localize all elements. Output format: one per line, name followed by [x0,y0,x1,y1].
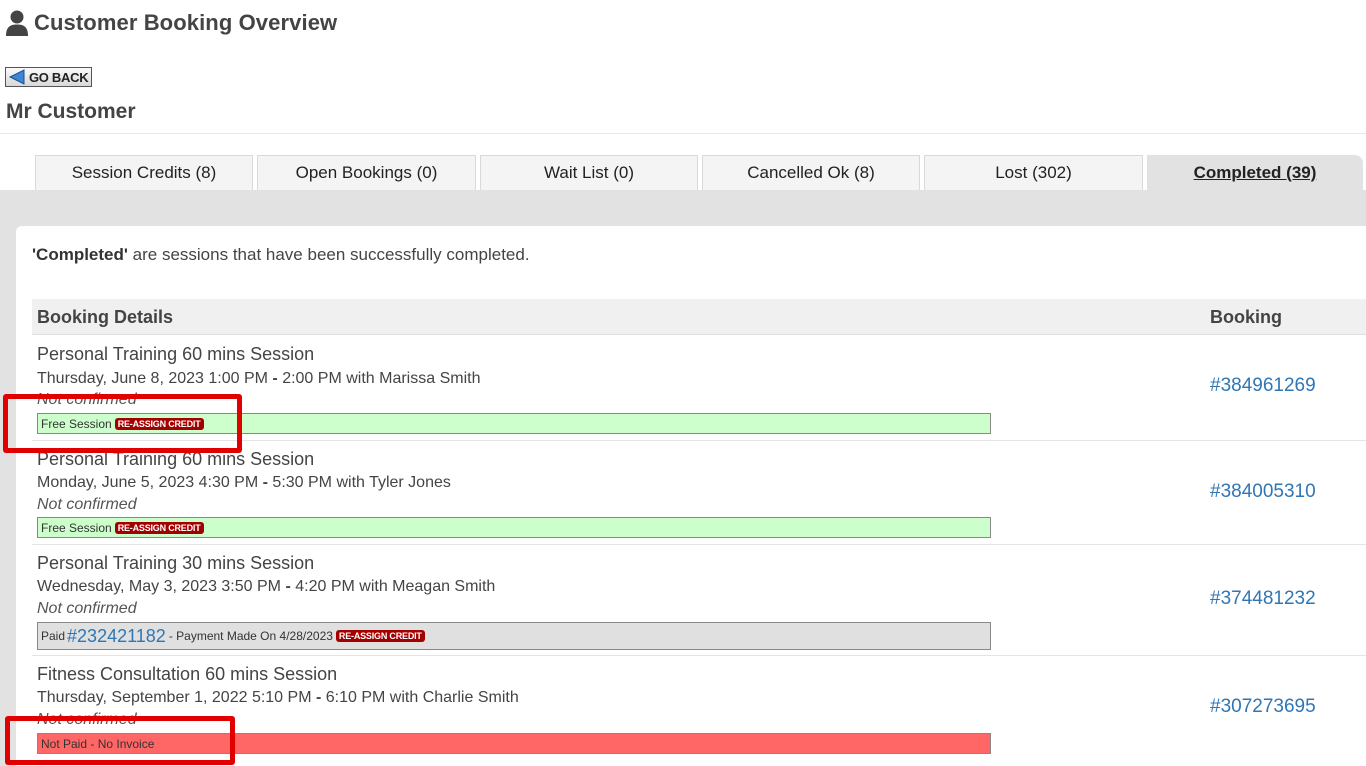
tab-cancelled-ok[interactable]: Cancelled Ok (8) [702,155,920,190]
booking-number-link[interactable]: #384961269 [1210,375,1316,397]
payment-note: - Payment Made On 4/28/2023 [168,629,333,643]
tab-completed[interactable]: Completed (39) [1147,155,1363,190]
confirmation-status: Not confirmed [37,600,137,617]
start-time: Thursday, June 8, 2023 1:00 PM [37,370,268,387]
payment-bar: Free Session RE-ASSIGN CREDIT [37,517,991,538]
start-time: Thursday, September 1, 2022 5:10 PM [37,689,312,706]
session-time: Thursday, June 8, 2023 1:00 PM - 2:00 PM… [37,370,480,388]
start-time: Wednesday, May 3, 2023 3:50 PM [37,578,281,595]
time-separator: - [272,370,278,387]
divider [0,133,1366,134]
customer-name: Mr Customer [6,100,136,123]
service-name: Personal Training 30 mins Session [37,553,315,573]
tab-open-bookings[interactable]: Open Bookings (0) [257,155,476,190]
start-time: Monday, June 5, 2023 4:30 PM [37,474,259,491]
table-row: Personal Training 60 mins Session Monday… [32,441,1366,545]
reassign-credit-button[interactable]: RE-ASSIGN CREDIT [335,630,425,642]
end-time-trainer: 6:10 PM with Charlie Smith [325,689,519,706]
col-booking: Booking [1210,307,1282,327]
session-time: Monday, June 5, 2023 4:30 PM - 5:30 PM w… [37,474,451,492]
end-time-trainer: 4:20 PM with Meagan Smith [295,578,496,595]
intro-rest: are sessions that have been successfully… [127,245,530,264]
time-separator: - [315,689,322,706]
user-icon [6,10,28,36]
payment-label: Free Session [41,520,112,535]
page-title: Customer Booking Overview [34,10,338,35]
tab-bar: Session Credits (8) Open Bookings (0) Wa… [0,155,1366,190]
tab-wait-list[interactable]: Wait List (0) [480,155,698,190]
reassign-credit-button[interactable]: RE-ASSIGN CREDIT [114,521,204,534]
back-arrow-icon [8,69,25,85]
go-back-label: GO BACK [29,69,89,85]
highlight-box [3,394,242,453]
confirmation-status: Not confirmed [37,496,137,513]
invoice-link[interactable]: #232421182 [67,626,166,647]
tab-session-credits[interactable]: Session Credits (8) [35,155,253,190]
end-time-trainer: 2:00 PM with Marissa Smith [282,370,481,387]
highlight-box [5,716,235,765]
go-back-button[interactable]: GO BACK [5,67,92,87]
payment-bar: Paid #232421182 - Payment Made On 4/28/2… [37,622,991,650]
intro-bold: 'Completed' [32,245,128,264]
booking-number-link[interactable]: #374481232 [1210,588,1316,610]
time-separator: - [262,474,268,491]
col-booking-details: Booking Details [37,307,174,327]
table-row: Personal Training 30 mins Session Wednes… [32,545,1366,656]
session-time: Thursday, September 1, 2022 5:10 PM - 6:… [37,689,519,707]
session-time: Wednesday, May 3, 2023 3:50 PM - 4:20 PM… [37,578,495,596]
table-header: Booking Details Booking [32,299,1366,335]
completed-panel: 'Completed' are sessions that have been … [16,226,1366,766]
tab-lost[interactable]: Lost (302) [924,155,1143,190]
end-time-trainer: 5:30 PM with Tyler Jones [272,474,451,491]
time-separator: - [285,578,291,595]
booking-number-link[interactable]: #307273695 [1210,696,1316,718]
intro-text: 'Completed' are sessions that have been … [32,245,530,265]
service-name: Fitness Consultation 60 mins Session [37,664,338,684]
page-header: Customer Booking Overview [4,8,337,38]
service-name: Personal Training 60 mins Session [37,344,315,364]
payment-label: Paid [41,629,66,643]
booking-number-link[interactable]: #384005310 [1210,481,1316,503]
